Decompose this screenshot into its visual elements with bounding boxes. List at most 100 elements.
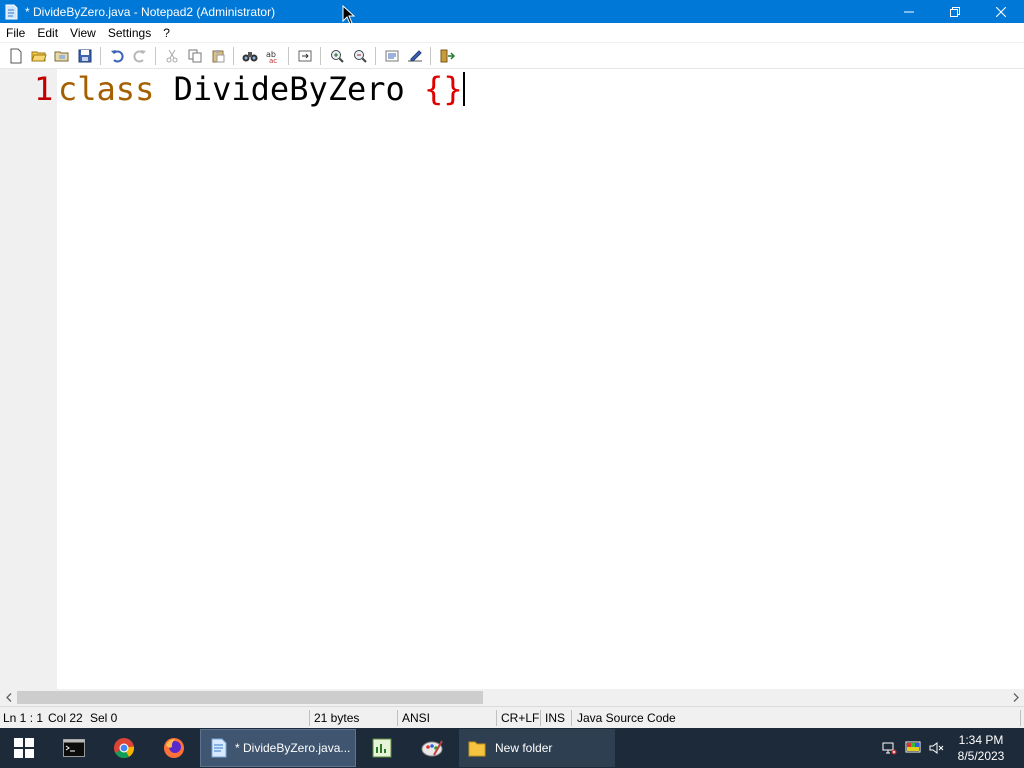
toolbar: ab ac xyxy=(0,43,1024,69)
tray-display-button[interactable] xyxy=(902,728,924,768)
undo-button[interactable] xyxy=(105,45,128,67)
toolbar-separator xyxy=(233,46,234,65)
taskbar-cmd-button[interactable] xyxy=(50,728,98,768)
close-icon xyxy=(996,6,1006,17)
menu-bar: File Edit View Settings ? xyxy=(0,23,1024,43)
identifier-token: DivideByZero xyxy=(173,70,405,108)
settings-edit-button[interactable] xyxy=(403,45,426,67)
command-prompt-icon xyxy=(63,739,85,757)
windows-logo-icon xyxy=(14,738,34,758)
find-button[interactable] xyxy=(238,45,261,67)
browse-folder-icon xyxy=(54,51,68,61)
notepad2-app-icon[interactable] xyxy=(3,4,19,20)
taskbar-firefox-button[interactable] xyxy=(150,728,198,768)
zoom-out-button[interactable] xyxy=(348,45,371,67)
cut-scissors-icon xyxy=(166,49,177,62)
taskbar-clock[interactable]: 1:34 PM 8/5/2023 xyxy=(950,728,1012,768)
redo-icon xyxy=(133,49,146,62)
paste-clipboard-icon xyxy=(212,49,224,62)
menu-file[interactable]: File xyxy=(0,23,31,43)
replace-ab-icon: abac xyxy=(266,50,277,63)
undo-icon xyxy=(110,49,123,62)
zoom-out-icon xyxy=(353,49,367,63)
paste-button[interactable] xyxy=(206,45,229,67)
new-file-button[interactable] xyxy=(4,45,27,67)
word-wrap-icon xyxy=(385,50,398,61)
edit-pencil-icon xyxy=(407,49,422,61)
toolbar-separator xyxy=(288,46,289,65)
redo-button[interactable] xyxy=(128,45,151,67)
toolbar-separator xyxy=(375,46,376,65)
open-folder-icon xyxy=(30,51,47,61)
keyword-token: class xyxy=(58,70,155,108)
status-divider xyxy=(496,710,497,726)
menu-edit[interactable]: Edit xyxy=(31,23,64,43)
status-line-position[interactable]: Ln 1 : 1 xyxy=(3,707,43,729)
status-divider xyxy=(397,710,398,726)
chevron-right-icon xyxy=(1013,693,1019,702)
editor-area[interactable]: 1 class DivideByZero {} xyxy=(0,69,1024,689)
horizontal-scrollbar[interactable] xyxy=(0,689,1024,706)
copy-button[interactable] xyxy=(183,45,206,67)
word-wrap-button[interactable] xyxy=(380,45,403,67)
zoom-in-button[interactable] xyxy=(325,45,348,67)
status-file-size: 21 bytes xyxy=(314,711,360,725)
tray-network-button[interactable] xyxy=(878,728,900,768)
menu-help[interactable]: ? xyxy=(157,23,176,43)
cut-button[interactable] xyxy=(160,45,183,67)
status-divider xyxy=(309,710,310,726)
code-line[interactable]: class DivideByZero {} xyxy=(58,71,465,107)
taskbar-task-notepad2[interactable]: * DivideByZero.java... xyxy=(200,729,356,767)
taskbar-spreadsheet-button[interactable] xyxy=(358,728,406,768)
save-button[interactable] xyxy=(73,45,96,67)
taskbar-chrome-button[interactable] xyxy=(100,728,148,768)
status-insert-mode[interactable]: INS xyxy=(545,707,565,729)
status-encoding[interactable]: ANSI xyxy=(402,707,430,729)
open-file-button[interactable] xyxy=(27,45,50,67)
clock-date: 8/5/2023 xyxy=(957,749,1005,763)
scrollbar-thumb[interactable] xyxy=(17,691,483,704)
chrome-browser-icon xyxy=(114,738,135,759)
line-number: 1 xyxy=(34,70,54,108)
taskbar-task-label: New folder xyxy=(495,741,553,755)
find-binoculars-icon xyxy=(242,51,257,61)
toolbar-separator xyxy=(430,46,431,65)
toolbar-separator xyxy=(320,46,321,65)
copy-icon xyxy=(188,49,201,62)
taskbar-task-new-folder[interactable]: New folder xyxy=(459,729,615,767)
save-disk-icon xyxy=(78,49,91,62)
status-divider xyxy=(540,710,541,726)
browse-button[interactable] xyxy=(50,45,73,67)
toolbar-separator xyxy=(155,46,156,65)
exit-door-icon xyxy=(440,49,455,62)
spreadsheet-app-icon xyxy=(372,738,392,758)
exit-button[interactable] xyxy=(435,45,458,67)
minimize-button[interactable] xyxy=(886,0,932,23)
taskbar-task-label: * DivideByZero.java... xyxy=(235,741,351,755)
volume-muted-icon xyxy=(929,742,944,754)
close-button[interactable] xyxy=(978,0,1024,23)
scroll-right-arrow[interactable] xyxy=(1007,689,1024,706)
taskbar-paint-button[interactable] xyxy=(408,728,456,768)
svg-text:ac: ac xyxy=(269,57,277,63)
status-column: Col 22 xyxy=(48,711,83,725)
clock-time: 1:34 PM xyxy=(958,733,1004,747)
network-disconnected-icon xyxy=(882,742,897,755)
scroll-left-arrow[interactable] xyxy=(0,689,17,706)
goto-button[interactable] xyxy=(293,45,316,67)
restore-button[interactable] xyxy=(932,0,978,23)
tray-volume-button[interactable] xyxy=(926,728,948,768)
status-line-endings[interactable]: CR+LF xyxy=(501,707,539,729)
taskbar: * DivideByZero.java... New folder 1:34 P… xyxy=(0,728,1024,768)
notepad2-icon xyxy=(211,738,227,758)
menu-settings[interactable]: Settings xyxy=(102,23,157,43)
menu-view[interactable]: View xyxy=(64,23,102,43)
zoom-in-icon xyxy=(330,49,344,63)
replace-button[interactable]: ab ac xyxy=(261,45,284,67)
start-button[interactable] xyxy=(0,728,48,768)
open-brace-token: { xyxy=(424,70,444,108)
status-language[interactable]: Java Source Code xyxy=(577,707,676,729)
mouse-cursor-icon xyxy=(342,5,355,25)
new-file-icon xyxy=(10,48,21,63)
paint-app-icon xyxy=(421,740,443,757)
